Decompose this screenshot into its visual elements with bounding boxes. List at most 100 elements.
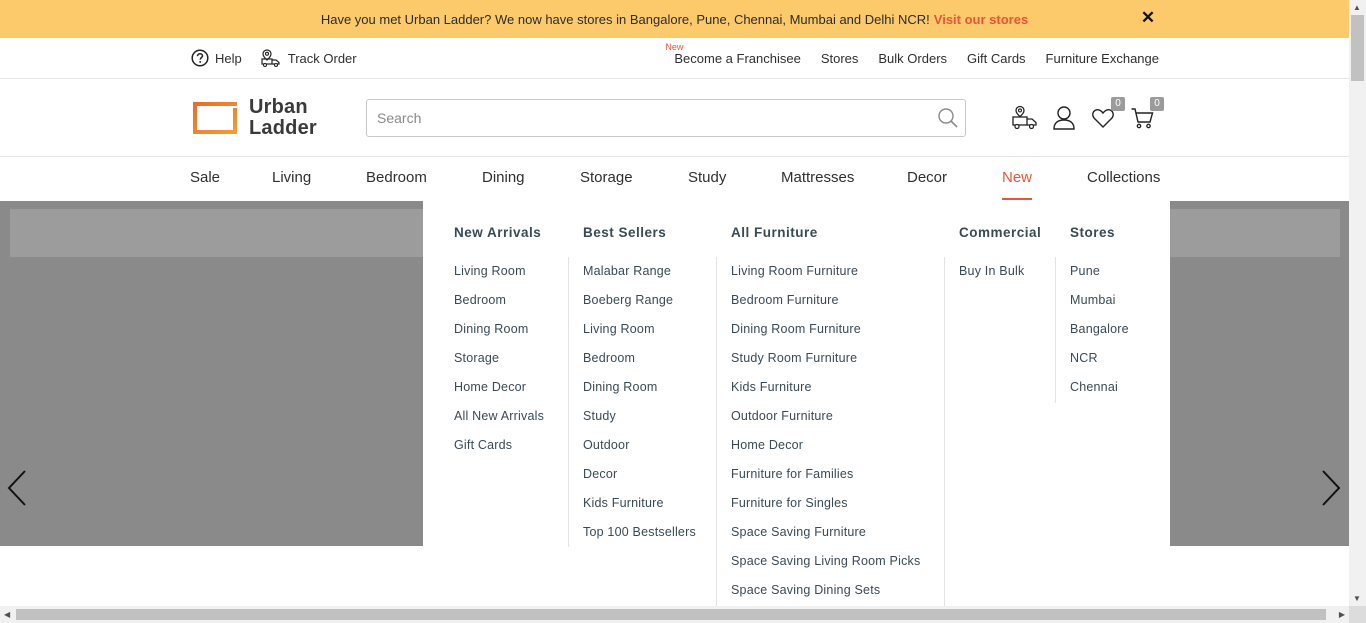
nav-mattresses[interactable]: Mattresses (781, 157, 854, 201)
menu-link[interactable]: Dining Room Furniture (731, 322, 861, 336)
menu-link[interactable]: Bedroom Furniture (731, 293, 839, 307)
menu-heading-all-furniture[interactable]: All Furniture (731, 225, 818, 240)
new-badge: New (665, 41, 684, 52)
store-locator-button[interactable] (1010, 104, 1040, 132)
help-link[interactable]: Help (191, 49, 242, 67)
menu-heading-best-sellers[interactable]: Best Sellers (583, 225, 666, 240)
menu-divider (568, 257, 569, 547)
menu-divider (1055, 257, 1056, 403)
track-order-link[interactable]: Track Order (260, 48, 357, 68)
horizontal-scroll-thumb[interactable] (16, 609, 1326, 620)
menu-heading-stores[interactable]: Stores (1070, 225, 1115, 240)
wishlist-count-badge: 0 (1111, 97, 1125, 111)
search-icon[interactable] (937, 107, 959, 129)
nav-new[interactable]: New (1002, 157, 1033, 200)
menu-link[interactable]: Bedroom (454, 293, 506, 307)
search-input[interactable] (367, 100, 917, 136)
hero-image-top-edge (10, 209, 423, 257)
menu-link[interactable]: Space Saving Furniture (731, 525, 866, 539)
menu-divider (944, 257, 945, 606)
nav-bedroom[interactable]: Bedroom (366, 157, 427, 201)
menu-link[interactable]: Kids Furniture (583, 496, 664, 510)
new-mega-menu: New Arrivals Living Room Bedroom Dining … (423, 201, 1170, 606)
visit-stores-link[interactable]: Visit our stores (934, 12, 1028, 27)
hero-image-top-edge-right (1170, 209, 1340, 257)
track-order-label: Track Order (287, 50, 357, 66)
menu-link[interactable]: Dining Room (454, 322, 528, 336)
menu-link[interactable]: Decor (583, 467, 617, 481)
menu-link[interactable]: Malabar Range (583, 264, 671, 278)
nav-collections[interactable]: Collections (1087, 157, 1160, 201)
utility-bar: Help Track Order New Become a Franchisee… (0, 38, 1349, 79)
menu-link[interactable]: NCR (1070, 351, 1098, 365)
nav-decor[interactable]: Decor (907, 157, 947, 201)
menu-link[interactable]: Top 100 Bestsellers (583, 525, 696, 539)
menu-link[interactable]: Chennai (1070, 380, 1118, 394)
menu-link[interactable]: Boeberg Range (583, 293, 673, 307)
menu-link[interactable]: Study Room Furniture (731, 351, 857, 365)
nav-storage[interactable]: Storage (580, 157, 633, 201)
help-icon (191, 49, 209, 67)
horizontal-scrollbar[interactable]: ◀ ▶ (0, 606, 1349, 623)
menu-link[interactable]: Study (583, 409, 616, 423)
menu-link[interactable]: Bedroom (583, 351, 635, 365)
carousel-prev-arrow-icon[interactable] (6, 469, 28, 507)
menu-link[interactable]: Living Room Furniture (731, 264, 858, 278)
vertical-scroll-thumb[interactable] (1351, 15, 1364, 81)
urban-ladder-logo[interactable]: Urban Ladder (191, 97, 317, 139)
scrollbar-corner (1349, 606, 1366, 623)
track-order-icon (261, 49, 280, 68)
furniture-exchange-link[interactable]: Furniture Exchange (1046, 51, 1159, 66)
cart-button[interactable]: 0 (1127, 97, 1164, 132)
menu-link[interactable]: Living Room (583, 322, 655, 336)
wishlist-button[interactable]: 0 (1088, 97, 1125, 132)
menu-link[interactable]: Furniture for Singles (731, 496, 848, 510)
search-box (366, 99, 966, 137)
carousel-next-arrow-icon[interactable] (1320, 469, 1342, 507)
scroll-down-arrow-icon[interactable]: ▼ (1353, 594, 1361, 603)
bulk-orders-link[interactable]: Bulk Orders (878, 51, 947, 66)
menu-link[interactable]: Living Room (454, 264, 526, 278)
nav-living[interactable]: Living (272, 157, 311, 201)
menu-link[interactable]: Home Decor (454, 380, 526, 394)
menu-link[interactable]: Furniture for Families (731, 467, 854, 481)
menu-link[interactable]: Gift Cards (454, 438, 512, 452)
delivery-truck-icon (1012, 105, 1037, 130)
menu-link[interactable]: Pune (1070, 264, 1100, 278)
menu-link[interactable]: Bangalore (1070, 322, 1129, 336)
menu-link[interactable]: Space Saving Dining Sets (731, 583, 880, 597)
nav-dining[interactable]: Dining (482, 157, 525, 201)
vertical-scrollbar[interactable]: ▲ ▼ (1349, 0, 1366, 606)
franchisee-link[interactable]: New Become a Franchisee (665, 42, 800, 66)
nav-sale[interactable]: Sale (190, 157, 220, 201)
menu-link[interactable]: All New Arrivals (454, 409, 544, 423)
user-icon (1053, 106, 1075, 130)
scroll-up-arrow-icon[interactable]: ▲ (1353, 3, 1361, 12)
main-nav: Sale Living Bedroom Dining Storage Study… (0, 157, 1349, 201)
close-icon[interactable]: ✕ (1140, 9, 1156, 26)
gift-cards-link[interactable]: Gift Cards (967, 51, 1026, 66)
cart-count-badge: 0 (1150, 97, 1164, 111)
menu-heading-new-arrivals[interactable]: New Arrivals (454, 225, 541, 240)
menu-link[interactable]: Home Decor (731, 438, 803, 452)
help-label: Help (215, 50, 242, 66)
menu-link[interactable]: Dining Room (583, 380, 657, 394)
menu-link[interactable]: Outdoor (583, 438, 630, 452)
scroll-left-arrow-icon[interactable]: ◀ (4, 610, 10, 619)
logo-text: Urban Ladder (249, 97, 317, 139)
logo-line-urban: Urban (249, 96, 308, 118)
menu-link[interactable]: Mumbai (1070, 293, 1116, 307)
announcement-text: Have you met Urban Ladder? We now have s… (320, 11, 930, 27)
site-header: Urban Ladder Search 0 0 (0, 79, 1349, 157)
menu-link[interactable]: Outdoor Furniture (731, 409, 833, 423)
account-button[interactable] (1049, 104, 1079, 132)
menu-link[interactable]: Space Saving Living Room Picks (731, 554, 920, 568)
menu-heading-commercial[interactable]: Commercial (959, 225, 1041, 240)
scroll-right-arrow-icon[interactable]: ▶ (1339, 610, 1345, 619)
menu-link[interactable]: Buy In Bulk (959, 264, 1024, 278)
stores-link[interactable]: Stores (821, 51, 859, 66)
announcement-bar: Have you met Urban Ladder? We now have s… (0, 0, 1349, 38)
nav-study[interactable]: Study (688, 157, 726, 201)
menu-link[interactable]: Storage (454, 351, 499, 365)
menu-link[interactable]: Kids Furniture (731, 380, 812, 394)
